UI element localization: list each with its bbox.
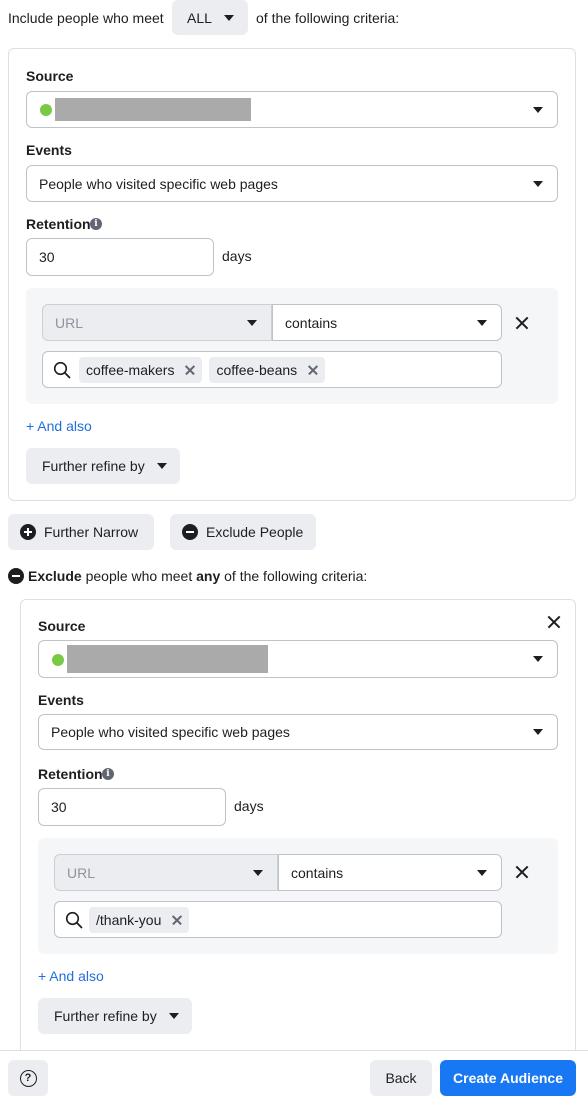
operator-dropdown[interactable]: contains [272, 304, 502, 341]
and-also-link[interactable]: + And also [26, 418, 92, 434]
exclude-middle: people who meet [85, 568, 193, 584]
further-refine-label: Further refine by [42, 458, 145, 474]
keyword-tag-label: coffee-makers [86, 361, 175, 378]
and-also-link[interactable]: + And also [38, 968, 104, 984]
back-button-label: Back [385, 1070, 417, 1086]
chevron-down-icon [223, 14, 234, 21]
url-field-dropdown[interactable]: URL [54, 854, 278, 891]
status-dot-icon [52, 654, 64, 666]
chevron-down-icon [477, 869, 487, 876]
events-dropdown-value: People who visited specific web pages [51, 724, 290, 740]
events-label: Events [38, 692, 84, 708]
source-label: Source [38, 618, 86, 634]
events-label: Events [26, 142, 72, 158]
further-refine-button[interactable]: Further refine by [38, 998, 192, 1034]
remove-exclusion-close-icon[interactable] [546, 614, 562, 630]
search-icon [65, 911, 83, 928]
events-dropdown[interactable]: People who visited specific web pages [26, 165, 558, 202]
further-refine-button[interactable]: Further refine by [26, 448, 180, 484]
retention-input-value: 30 [39, 249, 55, 265]
chevron-down-icon [533, 180, 543, 187]
url-keywords-input[interactable]: /thank-you [54, 901, 502, 938]
retention-label: Retention [38, 766, 103, 782]
chevron-down-icon [533, 656, 543, 662]
exclude-suffix: of the following criteria: [224, 568, 368, 584]
exclude-heading: Exclude people who meet any of the follo… [28, 568, 367, 584]
exclude-people-label: Exclude People [206, 524, 304, 540]
operator-value: contains [291, 864, 344, 881]
keyword-tag: coffee-makers [79, 356, 203, 383]
chevron-down-icon [253, 869, 263, 876]
help-button[interactable]: ? [8, 1060, 48, 1096]
events-dropdown-value: People who visited specific web pages [39, 175, 278, 192]
keyword-tag: /thank-you [89, 906, 190, 933]
chevron-down-icon [533, 106, 543, 113]
chevron-down-icon [168, 1013, 179, 1019]
info-icon[interactable]: i [102, 768, 114, 780]
retention-input[interactable]: 30 [26, 238, 214, 276]
chevron-down-icon [156, 463, 167, 469]
back-button[interactable]: Back [370, 1060, 432, 1096]
events-dropdown[interactable]: People who visited specific web pages [38, 714, 558, 750]
url-field-value: URL [67, 864, 96, 881]
further-narrow-label: Further Narrow [44, 524, 139, 540]
match-dropdown-value: ALL [187, 9, 212, 26]
remove-tag-icon[interactable] [171, 914, 183, 926]
include-prefix: Include people who meet [8, 10, 164, 26]
exclude-any: any [196, 568, 221, 584]
operator-dropdown[interactable]: contains [278, 854, 502, 891]
source-dropdown[interactable] [26, 91, 558, 128]
retention-label: Retention [26, 216, 91, 232]
operator-value: contains [285, 314, 338, 331]
exclude-people-button[interactable]: Exclude People [170, 514, 316, 550]
redacted-source-name [55, 98, 251, 121]
minus-circle-icon [182, 524, 198, 540]
retention-input-value: 30 [51, 799, 67, 815]
url-keywords-input[interactable]: coffee-makers coffee-beans [42, 351, 502, 388]
remove-tag-icon[interactable] [184, 364, 196, 376]
further-refine-label: Further refine by [54, 1008, 157, 1024]
retention-unit: days [234, 798, 264, 814]
further-narrow-button[interactable]: Further Narrow [8, 514, 154, 550]
chevron-down-icon [477, 319, 487, 326]
keyword-tag-label: /thank-you [96, 911, 162, 928]
redacted-source-name [67, 645, 268, 673]
search-icon [53, 361, 71, 378]
keyword-tag: coffee-beans [209, 356, 326, 383]
chevron-down-icon [533, 729, 543, 735]
match-dropdown[interactable]: ALL [172, 0, 248, 35]
minus-circle-icon [8, 568, 24, 584]
info-icon[interactable]: i [90, 218, 102, 230]
remove-rule-close-icon[interactable] [514, 864, 530, 880]
source-dropdown[interactable] [38, 640, 558, 678]
create-audience-button[interactable]: Create Audience [440, 1060, 576, 1096]
help-icon: ? [19, 1069, 37, 1087]
source-label: Source [26, 68, 74, 84]
retention-input[interactable]: 30 [38, 788, 226, 826]
url-field-value: URL [55, 314, 84, 331]
remove-tag-icon[interactable] [307, 364, 319, 376]
keyword-tag-label: coffee-beans [216, 361, 298, 378]
status-dot-icon [40, 104, 52, 116]
create-audience-label: Create Audience [453, 1070, 563, 1086]
retention-unit: days [222, 248, 252, 264]
chevron-down-icon [247, 319, 257, 326]
url-field-dropdown[interactable]: URL [42, 304, 272, 341]
exclude-keyword: Exclude [28, 568, 82, 584]
add-circle-icon [20, 524, 36, 540]
include-suffix: of the following criteria: [256, 10, 400, 26]
remove-rule-close-icon[interactable] [514, 315, 530, 331]
